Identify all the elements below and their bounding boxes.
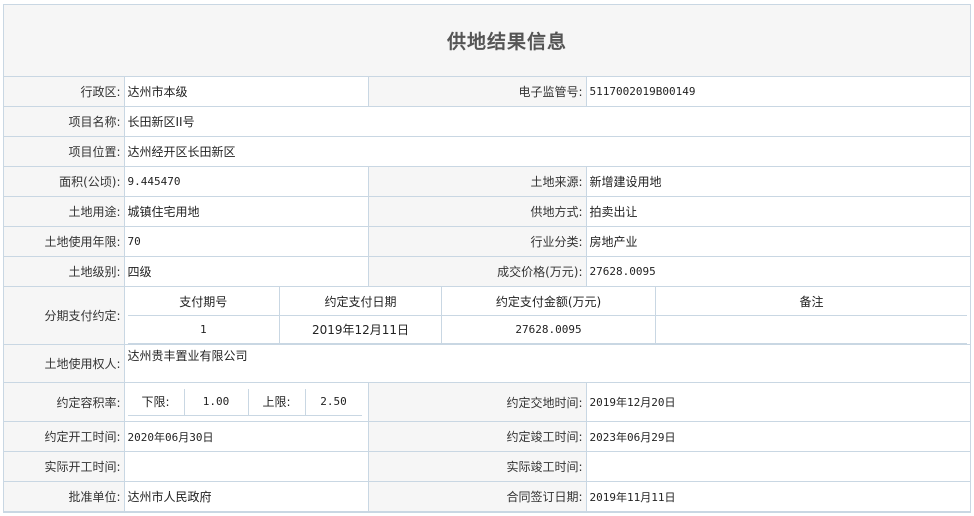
installment-header-row: 支付期号 约定支付日期 约定支付金额(万元) 备注 [127, 287, 967, 316]
start-label: 约定开工时间: [4, 421, 125, 452]
row-district: 行政区: 达州市本级 电子监管号: 5117002019B00149 [4, 77, 970, 107]
industry-value: 房地产业 [585, 226, 970, 257]
row-plot-ratio: 约定容积率: 下限: 1.00 上限: 2.50 约定交地时间: 2019年12… [4, 382, 970, 422]
industry-label: 行业分类: [367, 226, 587, 257]
installment-date: 2019年12月11日 [279, 315, 442, 344]
supervision-no-value: 5117002019B00149 [585, 77, 970, 107]
row-use-term: 土地使用年限: 70 行业分类: 房地产业 [4, 226, 970, 257]
page-title: 供地结果信息 [446, 31, 567, 53]
installment-header-date: 约定支付日期 [279, 287, 442, 316]
complete-label: 约定竣工时间: [367, 421, 587, 452]
deal-price-label: 成交价格(万元): [367, 256, 587, 287]
deal-price-value: 27628.0095 [585, 256, 970, 287]
district-value: 达州市本级 [123, 77, 369, 107]
title-bar: 供地结果信息 [4, 5, 970, 77]
area-label: 面积(公顷): [4, 166, 125, 197]
far-lower-value: 1.00 [183, 388, 249, 416]
row-project-location: 项目位置: 达州经开区长田新区 [4, 136, 970, 167]
info-table: 行政区: 达州市本级 电子监管号: 5117002019B00149 项目名称:… [4, 77, 970, 512]
table-row: 1 2019年12月11日 27628.0095 [127, 315, 967, 344]
actual-complete-value [585, 451, 970, 482]
installment-header-period: 支付期号 [127, 287, 280, 316]
supervision-no-label: 电子监管号: [367, 77, 587, 107]
actual-complete-label: 实际竣工时间: [367, 451, 587, 482]
installment-table: 支付期号 约定支付日期 约定支付金额(万元) 备注 1 2019年12月11日 … [127, 287, 967, 344]
far-label: 约定容积率: [4, 382, 125, 422]
land-grade-value: 四级 [123, 256, 369, 287]
far-upper-value: 2.50 [304, 388, 362, 416]
contract-date-value: 2019年11月11日 [585, 481, 970, 512]
row-actual: 实际开工时间: 实际竣工时间: [4, 451, 970, 482]
land-source-label: 土地来源: [367, 166, 587, 197]
contract-date-label: 合同签订日期: [367, 481, 587, 512]
land-supply-result-panel: 供地结果信息 行政区: 达州市本级 电子监管号: 5117002019B0014… [3, 4, 971, 513]
actual-start-label: 实际开工时间: [4, 451, 125, 482]
area-value: 9.445470 [123, 166, 369, 197]
row-project-name: 项目名称: 长田新区II号 [4, 106, 970, 137]
row-start: 约定开工时间: 2020年06月30日 约定竣工时间: 2023年06月29日 [4, 421, 970, 452]
supply-method-label: 供地方式: [367, 196, 587, 227]
use-term-value: 70 [123, 226, 369, 257]
district-label: 行政区: [4, 77, 125, 107]
row-approver: 批准单位: 达州市人民政府 合同签订日期: 2019年11月11日 [4, 481, 970, 512]
installment-amount: 27628.0095 [441, 315, 656, 344]
complete-value: 2023年06月29日 [585, 421, 970, 452]
far-lower-label: 下限: [127, 388, 185, 416]
land-source-value: 新增建设用地 [585, 166, 970, 197]
owner-value: 达州贵丰置业有限公司 [123, 344, 970, 383]
installment-period: 1 [127, 315, 280, 344]
far-range-cell: 下限: 1.00 上限: 2.50 [123, 382, 369, 422]
project-location-label: 项目位置: [4, 136, 125, 167]
installment-header-amount: 约定支付金额(万元) [441, 287, 656, 316]
handover-label: 约定交地时间: [367, 382, 587, 422]
row-installments: 分期支付约定: 支付期号 约定支付日期 约定支付金额(万元) 备注 1 2019… [4, 286, 970, 345]
project-name-value: 长田新区II号 [123, 106, 970, 137]
actual-start-value [123, 451, 369, 482]
installment-label: 分期支付约定: [4, 286, 125, 345]
project-location-value: 达州经开区长田新区 [123, 136, 970, 167]
project-name-label: 项目名称: [4, 106, 125, 137]
row-land-use: 土地用途: 城镇住宅用地 供地方式: 拍卖出让 [4, 196, 970, 227]
installment-cell: 支付期号 约定支付日期 约定支付金额(万元) 备注 1 2019年12月11日 … [123, 286, 970, 345]
supply-method-value: 拍卖出让 [585, 196, 970, 227]
land-use-value: 城镇住宅用地 [123, 196, 369, 227]
row-area: 面积(公顷): 9.445470 土地来源: 新增建设用地 [4, 166, 970, 197]
handover-value: 2019年12月20日 [585, 382, 970, 422]
start-value: 2020年06月30日 [123, 421, 369, 452]
installment-remark [655, 315, 967, 344]
approver-label: 批准单位: [4, 481, 125, 512]
use-term-label: 土地使用年限: [4, 226, 125, 257]
owner-label: 土地使用权人: [4, 344, 125, 383]
land-use-label: 土地用途: [4, 196, 125, 227]
land-grade-label: 土地级别: [4, 256, 125, 287]
row-land-grade: 土地级别: 四级 成交价格(万元): 27628.0095 [4, 256, 970, 287]
far-range-table: 下限: 1.00 上限: 2.50 [127, 388, 362, 416]
installment-header-remark: 备注 [655, 287, 967, 316]
approver-value: 达州市人民政府 [123, 481, 369, 512]
far-upper-label: 上限: [247, 388, 306, 416]
row-owner: 土地使用权人: 达州贵丰置业有限公司 [4, 344, 970, 383]
